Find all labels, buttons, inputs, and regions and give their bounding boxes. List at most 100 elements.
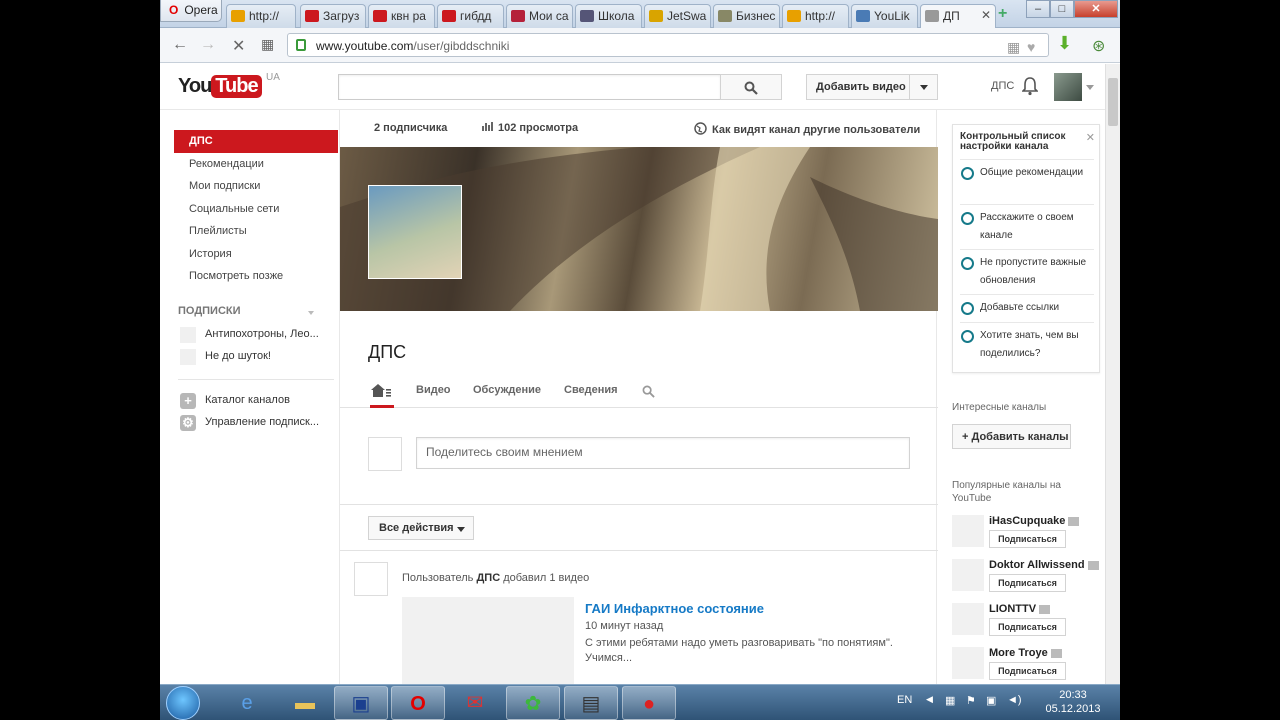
header-user-name[interactable]: ДПС xyxy=(991,80,1014,92)
guide-item[interactable]: Плейлисты xyxy=(174,220,338,243)
guide-catalog[interactable]: + Каталог каналов xyxy=(174,390,338,413)
channel-avatar[interactable] xyxy=(368,185,462,279)
folder-icon[interactable]: ▬ xyxy=(278,686,332,720)
youtube-logo[interactable]: You Tube UA xyxy=(178,72,280,99)
browser-tab[interactable]: гибдд xyxy=(437,4,504,28)
browser-tab[interactable]: квн ра xyxy=(368,4,435,28)
browser-tab[interactable]: Загруз xyxy=(300,4,366,28)
subscribe-button[interactable]: Подписаться xyxy=(989,618,1066,636)
icq-icon[interactable]: ✿ xyxy=(506,686,560,720)
start-button[interactable] xyxy=(166,686,200,720)
tab-discussion[interactable]: Обсуждение xyxy=(473,384,541,396)
channel-thumbnail xyxy=(180,326,196,343)
activity-user[interactable]: ДПС xyxy=(476,572,500,584)
youlike-icon xyxy=(856,10,870,22)
close-tab-icon[interactable]: ✕ xyxy=(981,8,991,22)
browser-tab[interactable]: JetSwa xyxy=(644,4,711,28)
popular-channel: Doktor Allwissend Подписаться xyxy=(952,559,1102,597)
clock[interactable]: 20:33 05.12.2013 xyxy=(1040,688,1106,716)
guide-item[interactable]: Посмотреть позже xyxy=(174,265,338,288)
popular-channel-name[interactable]: More Troye xyxy=(989,647,1062,659)
channel-thumbnail[interactable] xyxy=(952,603,984,635)
stop-icon[interactable]: ✕ xyxy=(232,36,245,56)
subscription-item[interactable]: Антипохотроны, Лео... xyxy=(174,324,338,347)
tab-videos[interactable]: Видео xyxy=(416,384,451,396)
maximize-button[interactable]: □ xyxy=(1050,0,1074,18)
all-actions-button[interactable]: Все действия xyxy=(368,516,474,540)
browser-tab[interactable]: http:// xyxy=(782,4,849,28)
chevron-down-icon[interactable] xyxy=(1086,85,1094,90)
close-icon[interactable]: ✕ xyxy=(1086,131,1095,144)
save-app-icon[interactable]: ▣ xyxy=(334,686,388,720)
browser-tab[interactable]: Бизнес xyxy=(713,4,780,28)
avatar[interactable] xyxy=(1054,73,1082,101)
search-input[interactable] xyxy=(338,74,721,100)
page-scrollbar[interactable] xyxy=(1105,64,1120,684)
subscription-item[interactable]: Не до шуток! xyxy=(174,346,338,369)
subscriptions-heading[interactable]: ПОДПИСКИ xyxy=(174,302,338,324)
forward-icon[interactable]: → xyxy=(200,36,216,54)
turbo-icon[interactable]: ⊛ xyxy=(1092,36,1105,56)
guide-item[interactable]: Социальные сети xyxy=(174,198,338,221)
checklist-item[interactable]: Расскажите о своем канале xyxy=(960,204,1094,245)
opera-menu-label: Opera xyxy=(184,3,218,17)
speed-dial-icon[interactable]: ▦ xyxy=(261,36,274,53)
channel-thumbnail[interactable] xyxy=(952,515,984,547)
popular-channel-name[interactable]: LIONTTV xyxy=(989,603,1051,615)
popular-channel-name[interactable]: iHasCupquake xyxy=(989,515,1080,527)
grid-icon[interactable]: ▦ xyxy=(1007,39,1020,56)
tab-about[interactable]: Сведения xyxy=(564,384,618,396)
opera-taskbar-icon[interactable]: O xyxy=(391,686,445,720)
guide-item[interactable]: История xyxy=(174,243,338,266)
browser-tab[interactable]: YouLik xyxy=(851,4,918,28)
video-title-link[interactable]: ГАИ Инфарктное состояние xyxy=(585,601,764,616)
checklist-item[interactable]: Общие рекомендации xyxy=(960,159,1094,182)
tab-home[interactable] xyxy=(370,382,394,408)
browser-tab[interactable]: ДП ✕ xyxy=(920,4,996,29)
scrollbar-thumb[interactable] xyxy=(1108,78,1118,126)
opera-menu-button[interactable]: O Opera xyxy=(160,0,222,22)
close-window-button[interactable]: ✕ xyxy=(1074,0,1118,18)
browser-tab[interactable]: http:// xyxy=(226,4,296,28)
share-input[interactable]: Поделитесь своим мнением xyxy=(416,437,910,469)
guide-manage[interactable]: ⚙ Управление подписк... xyxy=(174,412,338,435)
checklist-item[interactable]: Хотите знать, чем вы поделились? xyxy=(960,322,1094,363)
search-button[interactable] xyxy=(720,74,782,100)
checklist-item[interactable]: Добавьте ссылки xyxy=(960,294,1094,317)
back-icon[interactable]: ← xyxy=(172,36,188,54)
volume-icon[interactable]: ◄) xyxy=(1007,694,1022,706)
guide-item[interactable]: ДПС xyxy=(174,130,338,153)
view-as-link[interactable]: Как видят канал другие пользователи xyxy=(694,122,920,136)
add-channels-button[interactable]: + Добавить каналы xyxy=(952,424,1071,449)
guide-item[interactable]: Мои подписки xyxy=(174,175,338,198)
video-editor-icon[interactable]: ▤ xyxy=(564,686,618,720)
guide-item[interactable]: Рекомендации xyxy=(174,153,338,176)
channel-thumbnail[interactable] xyxy=(952,559,984,591)
action-center-icon[interactable]: ⚑ xyxy=(966,694,976,707)
internet-explorer-icon[interactable]: e xyxy=(220,686,274,720)
language-indicator[interactable]: EN xyxy=(897,694,912,706)
flag-icon[interactable]: ▦ xyxy=(945,694,955,707)
screen-recorder-icon[interactable]: ● xyxy=(622,686,676,720)
checklist-item[interactable]: Не пропустите важные обновления xyxy=(960,249,1094,290)
channel-thumbnail[interactable] xyxy=(952,647,984,679)
bell-icon[interactable] xyxy=(1022,76,1038,96)
download-icon[interactable]: ⬇ xyxy=(1057,33,1072,54)
upload-button[interactable]: Добавить видео xyxy=(806,74,938,100)
heart-icon[interactable]: ♥ xyxy=(1027,39,1035,55)
subscribe-button[interactable]: Подписаться xyxy=(989,530,1066,548)
mail-icon[interactable]: ✉ xyxy=(448,686,502,720)
network-icon[interactable]: ▣ xyxy=(986,694,996,707)
search-icon[interactable] xyxy=(642,385,655,398)
browser-tab[interactable]: Мои са xyxy=(506,4,573,28)
new-tab-icon[interactable]: + xyxy=(998,5,1007,23)
popular-channel-name[interactable]: Doktor Allwissend xyxy=(989,559,1099,571)
upload-menu-button[interactable] xyxy=(909,75,937,99)
subscribe-button[interactable]: Подписаться xyxy=(989,662,1066,680)
minimize-button[interactable]: – xyxy=(1026,0,1050,18)
tray-expand-icon[interactable]: ◀ xyxy=(926,694,933,705)
address-bar[interactable]: www.youtube.com/user/gibddschniki ▦ ♥ xyxy=(287,33,1049,57)
browser-tab[interactable]: Школа xyxy=(575,4,642,28)
subscribe-button[interactable]: Подписаться xyxy=(989,574,1066,592)
video-thumbnail[interactable] xyxy=(402,597,574,687)
